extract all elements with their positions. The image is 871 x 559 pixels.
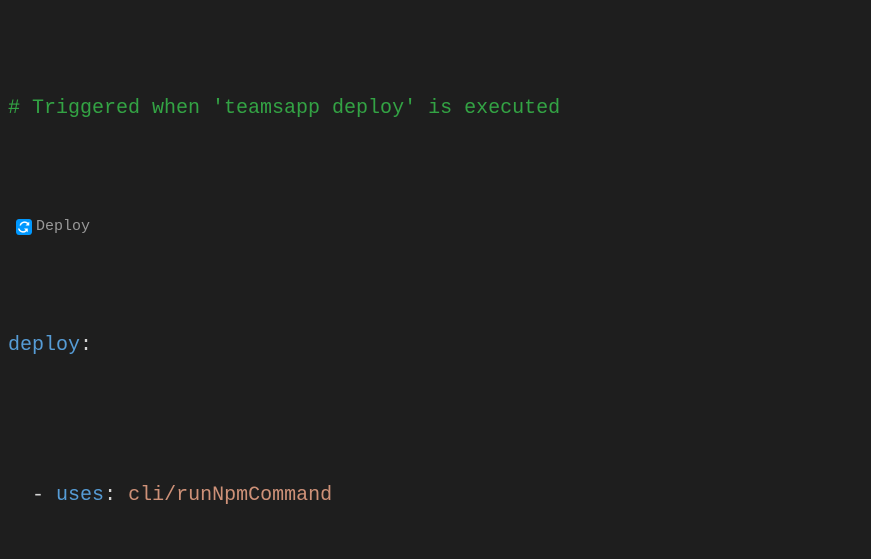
deploy-key-line: deploy: [8, 331, 863, 361]
comment-text: # Triggered when 'teamsapp deploy' is ex… [8, 97, 560, 120]
refresh-icon [16, 219, 32, 235]
codelens-label: Deploy [36, 216, 90, 239]
codelens-deploy[interactable]: Deploy [8, 216, 863, 239]
code-editor[interactable]: # Triggered when 'teamsapp deploy' is ex… [0, 0, 871, 559]
list-item: - uses: cli/runNpmCommand [8, 481, 863, 511]
comment-line: # Triggered when 'teamsapp deploy' is ex… [8, 94, 863, 124]
